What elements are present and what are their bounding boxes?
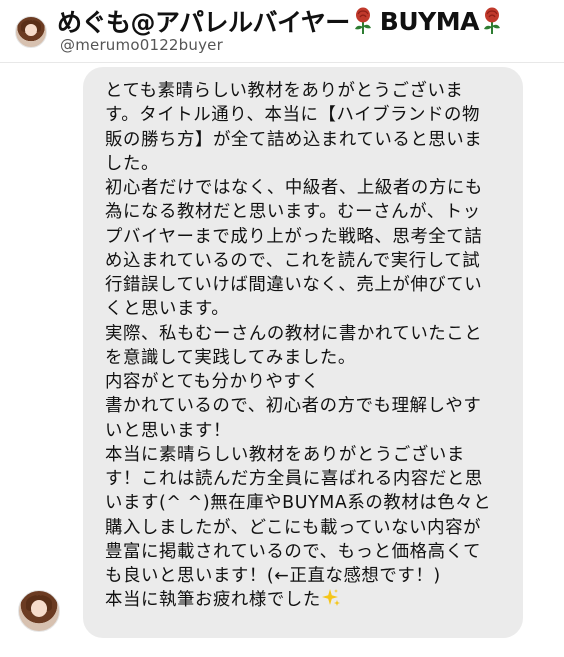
message-line: 内容がとても分かりやすく [105, 372, 320, 392]
avatar[interactable] [15, 16, 47, 48]
display-name-text: めぐも@アパレルバイヤー [57, 8, 350, 37]
message-line: 書かれているので、初心者の方でも理解しやす [105, 396, 482, 417]
message-line: を意識して実践してみました。 [105, 347, 356, 368]
user-handle[interactable]: @merumo0122buyer [60, 36, 223, 54]
message-line: 実際、私もむーさんの教材に書かれていたこと [105, 323, 483, 344]
message-line: 本当に執筆お疲れ様でした [105, 590, 321, 611]
message-line: 購入しましたが、どこにも載っていない内容が [105, 517, 482, 538]
message-line: いと思います！ [105, 420, 231, 441]
avatar-face [31, 599, 47, 617]
message-line: め込まれているので、これを読んで実行して試 [105, 250, 481, 271]
message-line: す！これは読んだ方全員に喜ばれる内容だと思 [105, 469, 483, 489]
message-text[interactable]: とても素晴らしい教材をありがとうございま す。タイトル通り、本当に【ハイブランド… [105, 79, 515, 613]
message-line: 初心者だけではなく、中級者、上級者の方にも [105, 178, 483, 198]
message-line: 為になる教材だと思います。むーさんが、トッ [105, 202, 481, 223]
message-line: も良いと思います！(←正直な感想です！) [105, 566, 441, 586]
divider [0, 62, 564, 63]
message-line: 豊富に掲載されているので、もっと価格高くて [105, 541, 482, 562]
sparkles-icon [321, 589, 340, 607]
rose-icon [483, 7, 500, 34]
brand-text: BUYMA [379, 6, 480, 36]
avatar-face [25, 23, 37, 37]
message-line: した。 [105, 153, 159, 174]
message-line: います(^ ^)無在庫やBUYMA系の教材は色々と [105, 493, 492, 514]
message-line: 本当に素晴らしい教材をありがとうございま [105, 444, 465, 465]
message-line: す。タイトル通り、本当に【ハイブランドの物 [105, 105, 481, 126]
display-name[interactable]: めぐも@アパレルバイヤー BUYMA [57, 4, 503, 38]
message-line: プバイヤーまで成り上がった戦略、思考全て詰 [105, 226, 483, 247]
rose-icon [354, 7, 371, 34]
message-line: くと思います。 [105, 299, 230, 320]
message-line: 販の勝ち方】が全て詰め込まれていると思いま [105, 129, 483, 150]
avatar[interactable] [18, 590, 60, 632]
profile-header: めぐも@アパレルバイヤー BUYMA @merumo0122buyer [0, 0, 564, 64]
message-line: 行錯誤していけば間違いなく、売上が伸びてい [105, 275, 483, 295]
message-line: とても素晴らしい教材をありがとうございま [105, 81, 464, 101]
